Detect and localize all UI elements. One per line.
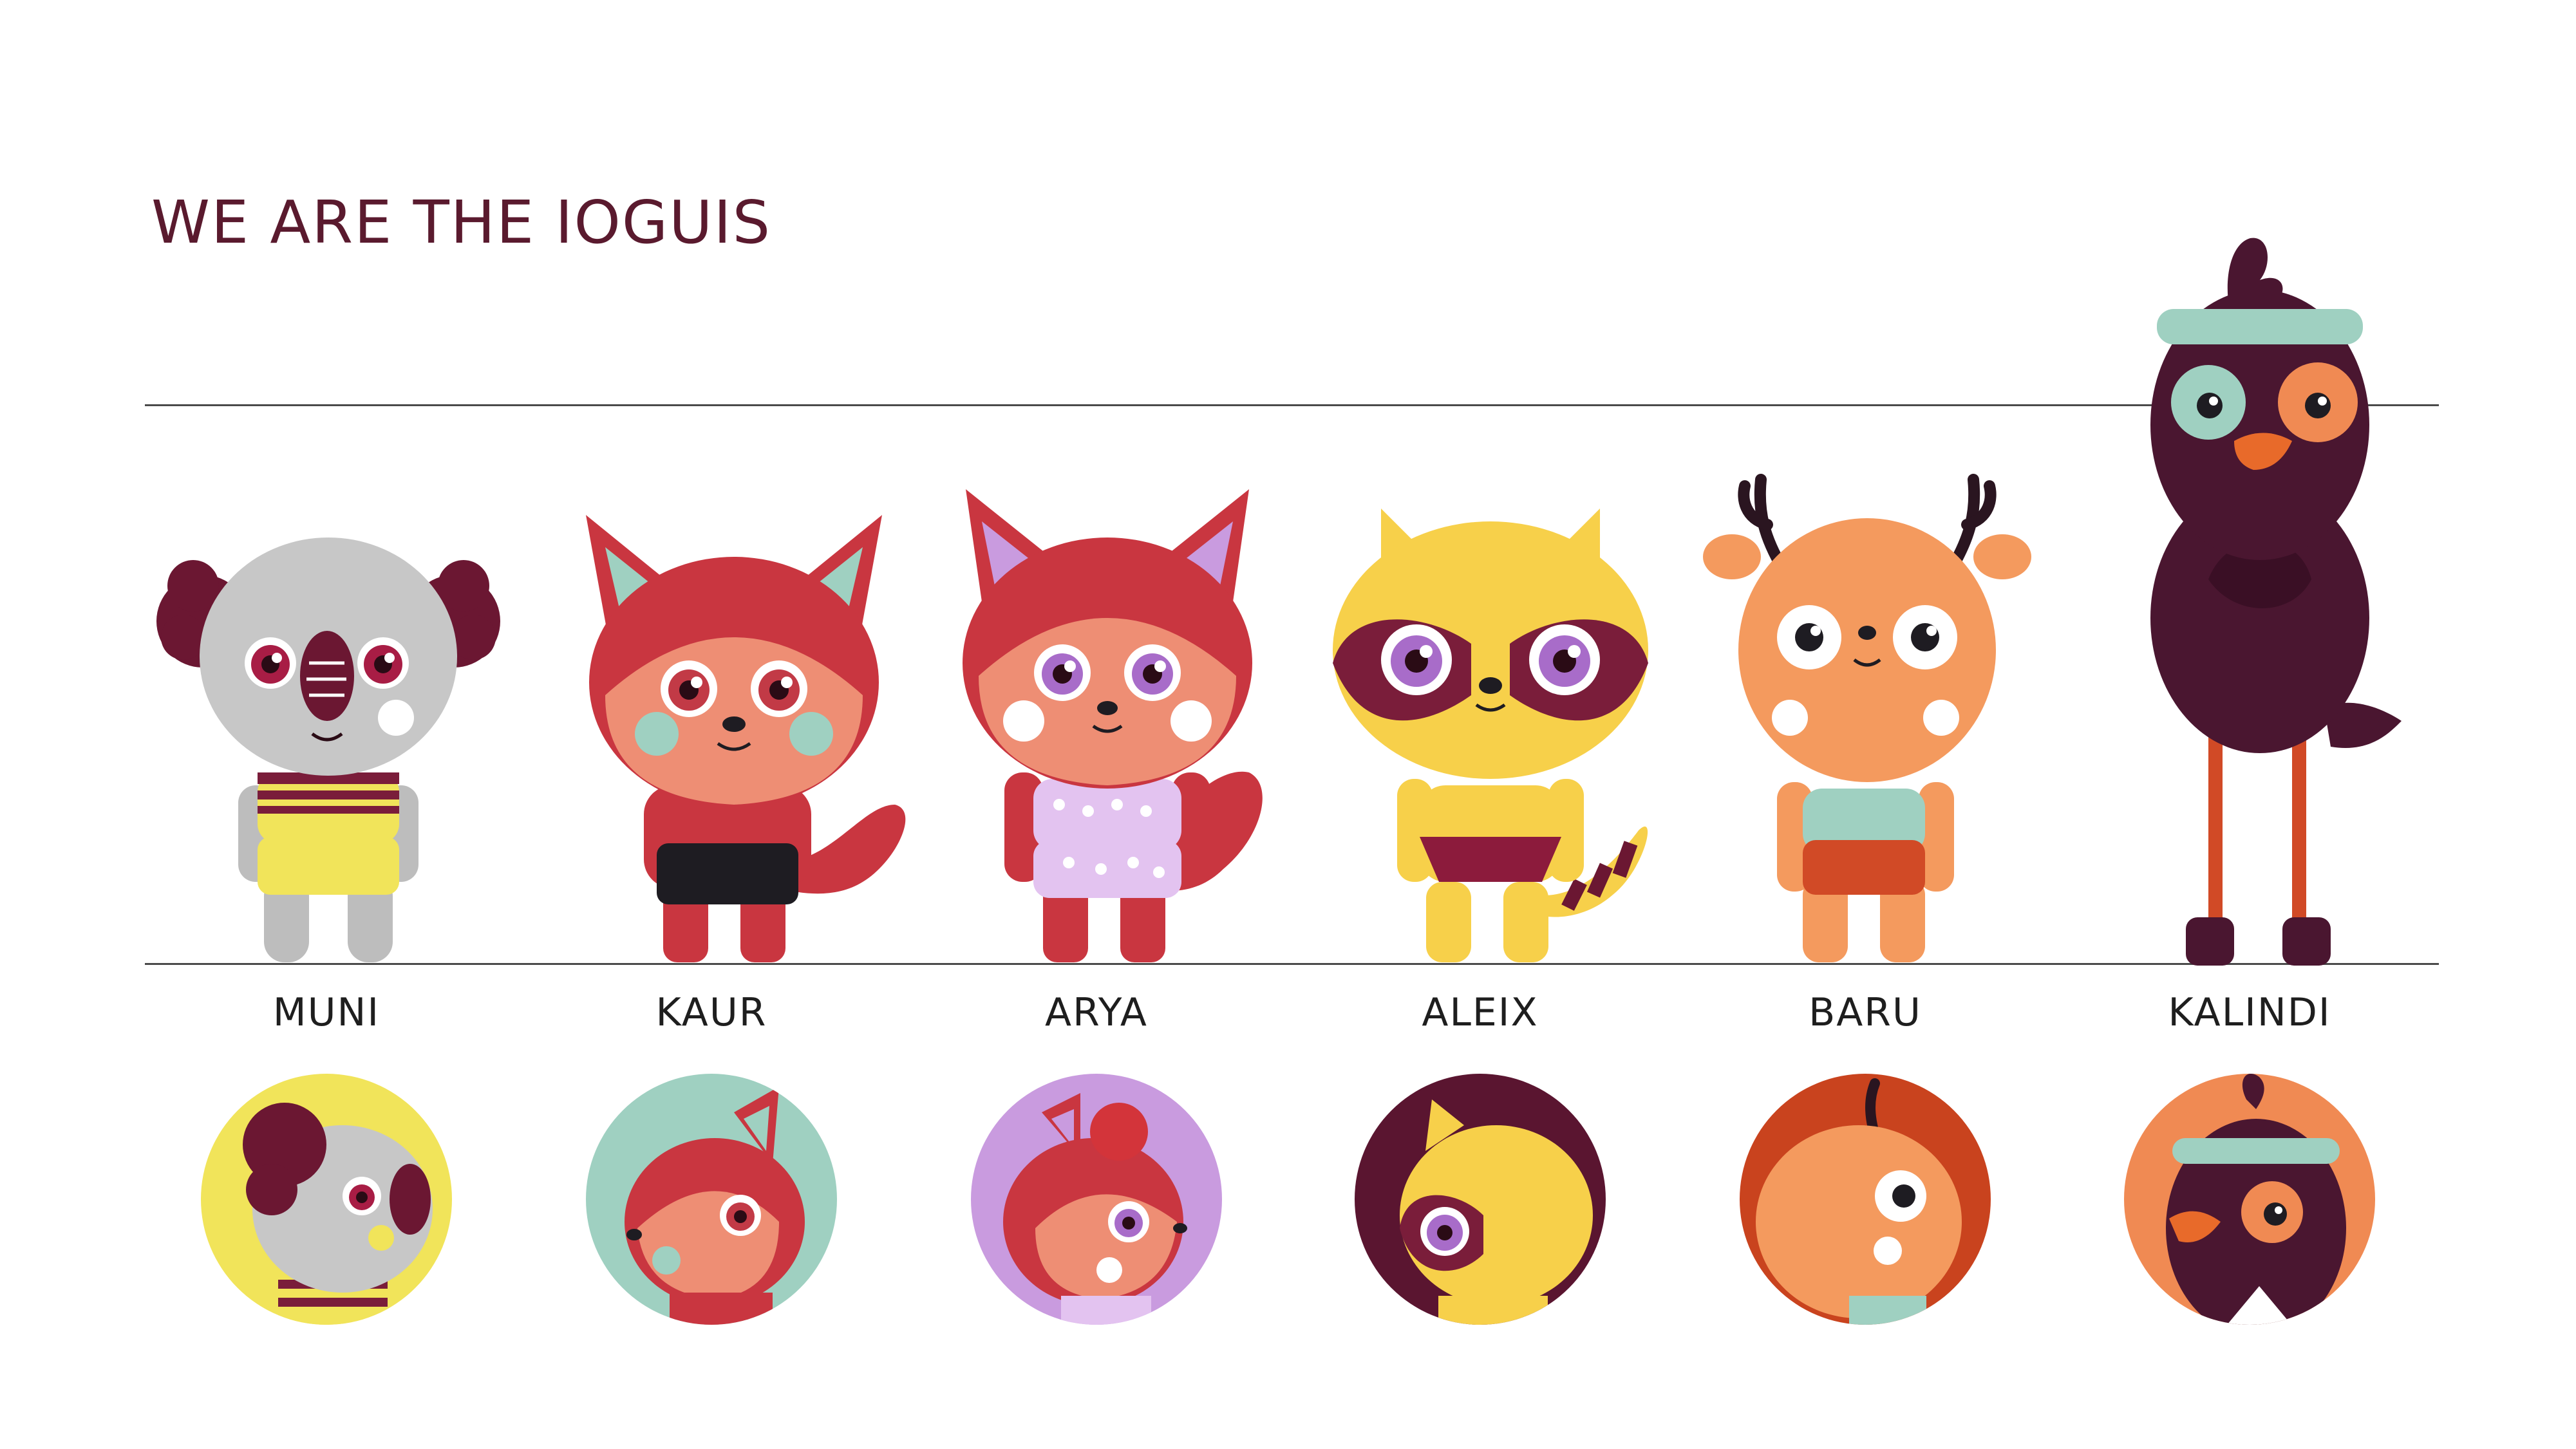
arya-avatar (971, 1074, 1222, 1325)
squirrel-figure (940, 489, 1288, 966)
character-name-aleix: ALEIX (1422, 990, 1539, 1035)
kaur-avatar (586, 1074, 837, 1325)
bird-figure (2138, 219, 2408, 966)
page-title: WE ARE THE IOGUIS (151, 188, 772, 257)
muni-avatar (201, 1074, 452, 1325)
koala-figure (155, 528, 502, 966)
character-name-kalindi: KALINDI (2168, 990, 2331, 1035)
character-name-baru: BARU (1809, 990, 1922, 1035)
character-name-kaur: KAUR (655, 990, 767, 1035)
deer-figure (1703, 467, 2031, 966)
kalindi-avatar (2124, 1074, 2375, 1325)
character-name-muni: MUNI (272, 990, 381, 1035)
fox-figure (560, 502, 908, 966)
character-name-arya: ARYA (1045, 990, 1148, 1035)
height-line-top (145, 404, 2439, 406)
aleix-avatar (1355, 1074, 1606, 1325)
baru-avatar (1740, 1074, 1991, 1325)
character-lineup-sheet: WE ARE THE IOGUIS MUNI KAUR ARYA ALEIX B… (0, 0, 2576, 1449)
raccoon-figure (1323, 496, 1658, 966)
